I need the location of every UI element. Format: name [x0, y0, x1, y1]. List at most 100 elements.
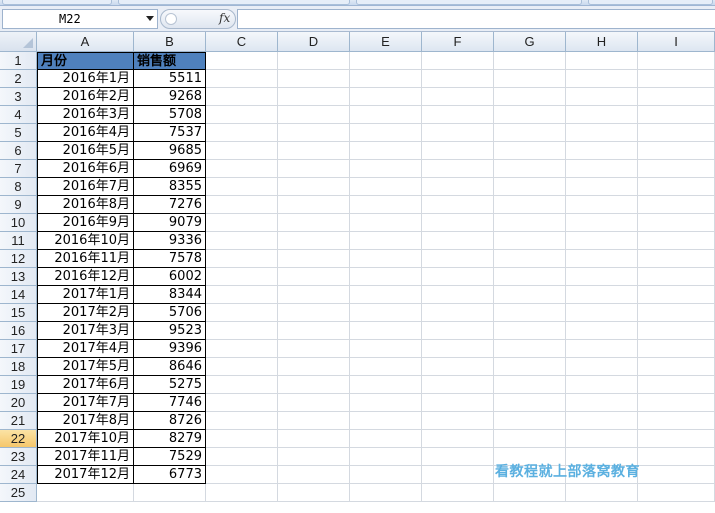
- cell-c17[interactable]: [206, 340, 278, 358]
- month-cell[interactable]: 2016年5月: [37, 142, 134, 160]
- cell-g22[interactable]: [494, 430, 566, 448]
- month-cell[interactable]: 2017年12月: [37, 466, 134, 484]
- sales-cell[interactable]: 9523: [134, 322, 206, 340]
- cell-d20[interactable]: [278, 394, 350, 412]
- cell-c16[interactable]: [206, 322, 278, 340]
- cell-e4[interactable]: [350, 106, 422, 124]
- cell-c19[interactable]: [206, 376, 278, 394]
- cell-g4[interactable]: [494, 106, 566, 124]
- cell-c10[interactable]: [206, 214, 278, 232]
- cell-c20[interactable]: [206, 394, 278, 412]
- cell-d11[interactable]: [278, 232, 350, 250]
- cell-i15[interactable]: [638, 304, 715, 322]
- cell-e16[interactable]: [350, 322, 422, 340]
- sales-cell[interactable]: 9268: [134, 88, 206, 106]
- cell-d8[interactable]: [278, 178, 350, 196]
- cell-i22[interactable]: [638, 430, 715, 448]
- row-header-13[interactable]: 13: [0, 268, 37, 286]
- sales-cell[interactable]: 6969: [134, 160, 206, 178]
- cell-d19[interactable]: [278, 376, 350, 394]
- cell-c15[interactable]: [206, 304, 278, 322]
- cell-h16[interactable]: [566, 322, 638, 340]
- cell-g3[interactable]: [494, 88, 566, 106]
- cell-c1[interactable]: [206, 52, 278, 70]
- month-cell[interactable]: 2017年3月: [37, 322, 134, 340]
- month-cell[interactable]: 2017年10月: [37, 430, 134, 448]
- row-header-25[interactable]: 25: [0, 484, 37, 502]
- row-header-24[interactable]: 24: [0, 466, 37, 484]
- cell-f25[interactable]: [422, 484, 494, 502]
- sales-cell[interactable]: 6002: [134, 268, 206, 286]
- cell-g15[interactable]: [494, 304, 566, 322]
- sales-cell[interactable]: 8646: [134, 358, 206, 376]
- month-cell[interactable]: 2017年2月: [37, 304, 134, 322]
- cell-i10[interactable]: [638, 214, 715, 232]
- cell-g6[interactable]: [494, 142, 566, 160]
- cell-f14[interactable]: [422, 286, 494, 304]
- cell-g18[interactable]: [494, 358, 566, 376]
- cell-h2[interactable]: [566, 70, 638, 88]
- cell-h14[interactable]: [566, 286, 638, 304]
- cell-i20[interactable]: [638, 394, 715, 412]
- sales-cell[interactable]: 9336: [134, 232, 206, 250]
- column-header-i[interactable]: I: [638, 32, 715, 52]
- sales-cell[interactable]: 9685: [134, 142, 206, 160]
- row-header-16[interactable]: 16: [0, 322, 37, 340]
- month-cell[interactable]: 2016年9月: [37, 214, 134, 232]
- cell-d4[interactable]: [278, 106, 350, 124]
- cell-i16[interactable]: [638, 322, 715, 340]
- cell-e11[interactable]: [350, 232, 422, 250]
- sales-cell[interactable]: 6773: [134, 466, 206, 484]
- cell-e20[interactable]: [350, 394, 422, 412]
- row-header-8[interactable]: 8: [0, 178, 37, 196]
- cell-f12[interactable]: [422, 250, 494, 268]
- cell-e2[interactable]: [350, 70, 422, 88]
- cell-e9[interactable]: [350, 196, 422, 214]
- month-cell[interactable]: 2017年7月: [37, 394, 134, 412]
- sales-cell[interactable]: 9079: [134, 214, 206, 232]
- cell-g8[interactable]: [494, 178, 566, 196]
- cell-i8[interactable]: [638, 178, 715, 196]
- table-header-cell[interactable]: 销售额: [134, 52, 206, 70]
- cell-c9[interactable]: [206, 196, 278, 214]
- cell-f24[interactable]: [422, 466, 494, 484]
- cell-g7[interactable]: [494, 160, 566, 178]
- cell-g5[interactable]: [494, 124, 566, 142]
- name-box[interactable]: M22: [2, 9, 158, 29]
- cell-c7[interactable]: [206, 160, 278, 178]
- cell-c3[interactable]: [206, 88, 278, 106]
- row-header-23[interactable]: 23: [0, 448, 37, 466]
- cell-i24[interactable]: [638, 466, 715, 484]
- row-header-12[interactable]: 12: [0, 250, 37, 268]
- row-header-17[interactable]: 17: [0, 340, 37, 358]
- month-cell[interactable]: 2017年6月: [37, 376, 134, 394]
- sales-cell[interactable]: 8355: [134, 178, 206, 196]
- cell-h19[interactable]: [566, 376, 638, 394]
- cell-h20[interactable]: [566, 394, 638, 412]
- row-header-15[interactable]: 15: [0, 304, 37, 322]
- month-cell[interactable]: 2017年1月: [37, 286, 134, 304]
- cell-c2[interactable]: [206, 70, 278, 88]
- cell-h25[interactable]: [566, 484, 638, 502]
- cell-i19[interactable]: [638, 376, 715, 394]
- row-header-20[interactable]: 20: [0, 394, 37, 412]
- sales-cell[interactable]: 8344: [134, 286, 206, 304]
- cell-i5[interactable]: [638, 124, 715, 142]
- month-cell[interactable]: 2016年11月: [37, 250, 134, 268]
- sales-cell[interactable]: 7537: [134, 124, 206, 142]
- cell-e25[interactable]: [350, 484, 422, 502]
- cell-e6[interactable]: [350, 142, 422, 160]
- cell-g11[interactable]: [494, 232, 566, 250]
- cell-c6[interactable]: [206, 142, 278, 160]
- cell-c14[interactable]: [206, 286, 278, 304]
- cell-e17[interactable]: [350, 340, 422, 358]
- cell-c4[interactable]: [206, 106, 278, 124]
- select-all-button[interactable]: [0, 32, 37, 52]
- cell-f11[interactable]: [422, 232, 494, 250]
- worksheet-grid[interactable]: ABCDEFGHI 1 2 3 4 5 6 7 8 9 10 11 12 13 14 15 16 17 18 19 2…: [0, 32, 715, 513]
- sales-cell[interactable]: 5511: [134, 70, 206, 88]
- cell-f3[interactable]: [422, 88, 494, 106]
- row-header-10[interactable]: 10: [0, 214, 37, 232]
- cell-c5[interactable]: [206, 124, 278, 142]
- cell-h15[interactable]: [566, 304, 638, 322]
